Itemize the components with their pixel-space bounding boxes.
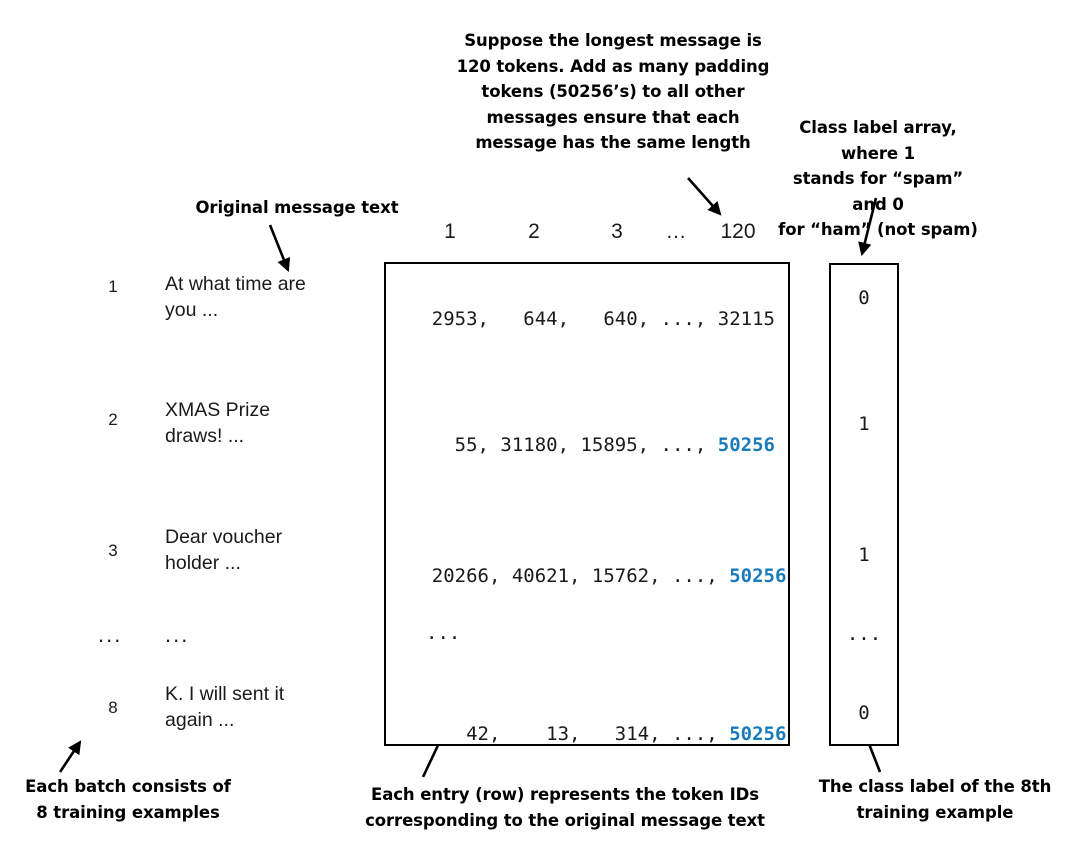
class-label-ellipsis: ... bbox=[846, 623, 882, 645]
token-row-ellipsis: ... bbox=[426, 622, 461, 644]
message-text-2: XMAS Prize draws! ... bbox=[165, 399, 271, 447]
batch-note: Each batch consists of 8 training exampl… bbox=[25, 777, 231, 822]
column-header-2: 2 bbox=[528, 220, 540, 243]
class-label-note: Class label array, where 1 stands for “s… bbox=[778, 118, 978, 240]
token-row-2: 55, 31180, 15895, ..., 50256 bbox=[386, 412, 775, 478]
column-header-3: 3 bbox=[611, 220, 623, 243]
padding-token-row-8: 50256 bbox=[729, 723, 787, 745]
token-matrix-box: 2953, 644, 640, ..., 32115 55, 31180, 15… bbox=[384, 262, 790, 746]
class-label-box: 0 1 1 ... 0 bbox=[829, 263, 899, 746]
original-message-text-note: Original message text bbox=[195, 198, 399, 217]
class-label-8th-note: The class label of the 8th training exam… bbox=[818, 777, 1052, 822]
message-text-8: K. I will sent it again ... bbox=[165, 683, 285, 731]
class-label-3: 1 bbox=[858, 544, 870, 566]
padding-token-row-3: 50256 bbox=[729, 565, 787, 587]
arrow-padding-to-col120 bbox=[687, 177, 722, 216]
arrow-originaltext-to-messages bbox=[268, 224, 291, 273]
token-row-2-prefix: 55, 31180, 15895, ..., bbox=[431, 434, 718, 456]
arrow-batch-to-index8 bbox=[58, 740, 82, 773]
padding-token-row-2: 50256 bbox=[717, 434, 775, 456]
row-index-1: 1 bbox=[108, 277, 118, 296]
token-row-3-prefix: 20266, 40621, 15762, ..., bbox=[431, 565, 730, 587]
padding-note: Suppose the longest message is 120 token… bbox=[456, 31, 770, 153]
row-index-3: 3 bbox=[108, 541, 118, 560]
token-row-8: 42, 13, 314, ..., 50256 bbox=[386, 701, 786, 767]
row-index-8: 8 bbox=[108, 698, 118, 717]
column-header-1: 1 bbox=[444, 220, 456, 243]
diagram-canvas: { "annotations": { "padding_note": "Supp… bbox=[0, 0, 1080, 860]
class-label-2: 1 bbox=[858, 413, 870, 435]
class-label-1: 0 bbox=[858, 287, 870, 309]
token-row-1: 2953, 644, 640, ..., 32115 bbox=[386, 286, 775, 352]
message-text-1: At what time are you ... bbox=[165, 273, 306, 321]
class-label-8: 0 bbox=[858, 702, 870, 724]
column-header-120: 120 bbox=[720, 220, 756, 243]
token-row-1-last: 32115 bbox=[717, 308, 775, 330]
token-row-3: 20266, 40621, 15762, ..., 50256 bbox=[386, 543, 787, 609]
token-row-1-prefix: 2953, 644, 640, ..., bbox=[431, 308, 718, 330]
row-index-2: 2 bbox=[108, 410, 118, 429]
column-header-ellipsis: … bbox=[665, 220, 687, 243]
token-row-8-prefix: 42, 13, 314, ..., bbox=[431, 723, 730, 745]
message-text-3: Dear voucher holder ... bbox=[165, 526, 283, 574]
row-index-ellipsis: ... bbox=[98, 622, 123, 647]
message-text-ellipsis: ... bbox=[165, 622, 190, 647]
entry-note: Each entry (row) represents the token ID… bbox=[365, 785, 765, 830]
